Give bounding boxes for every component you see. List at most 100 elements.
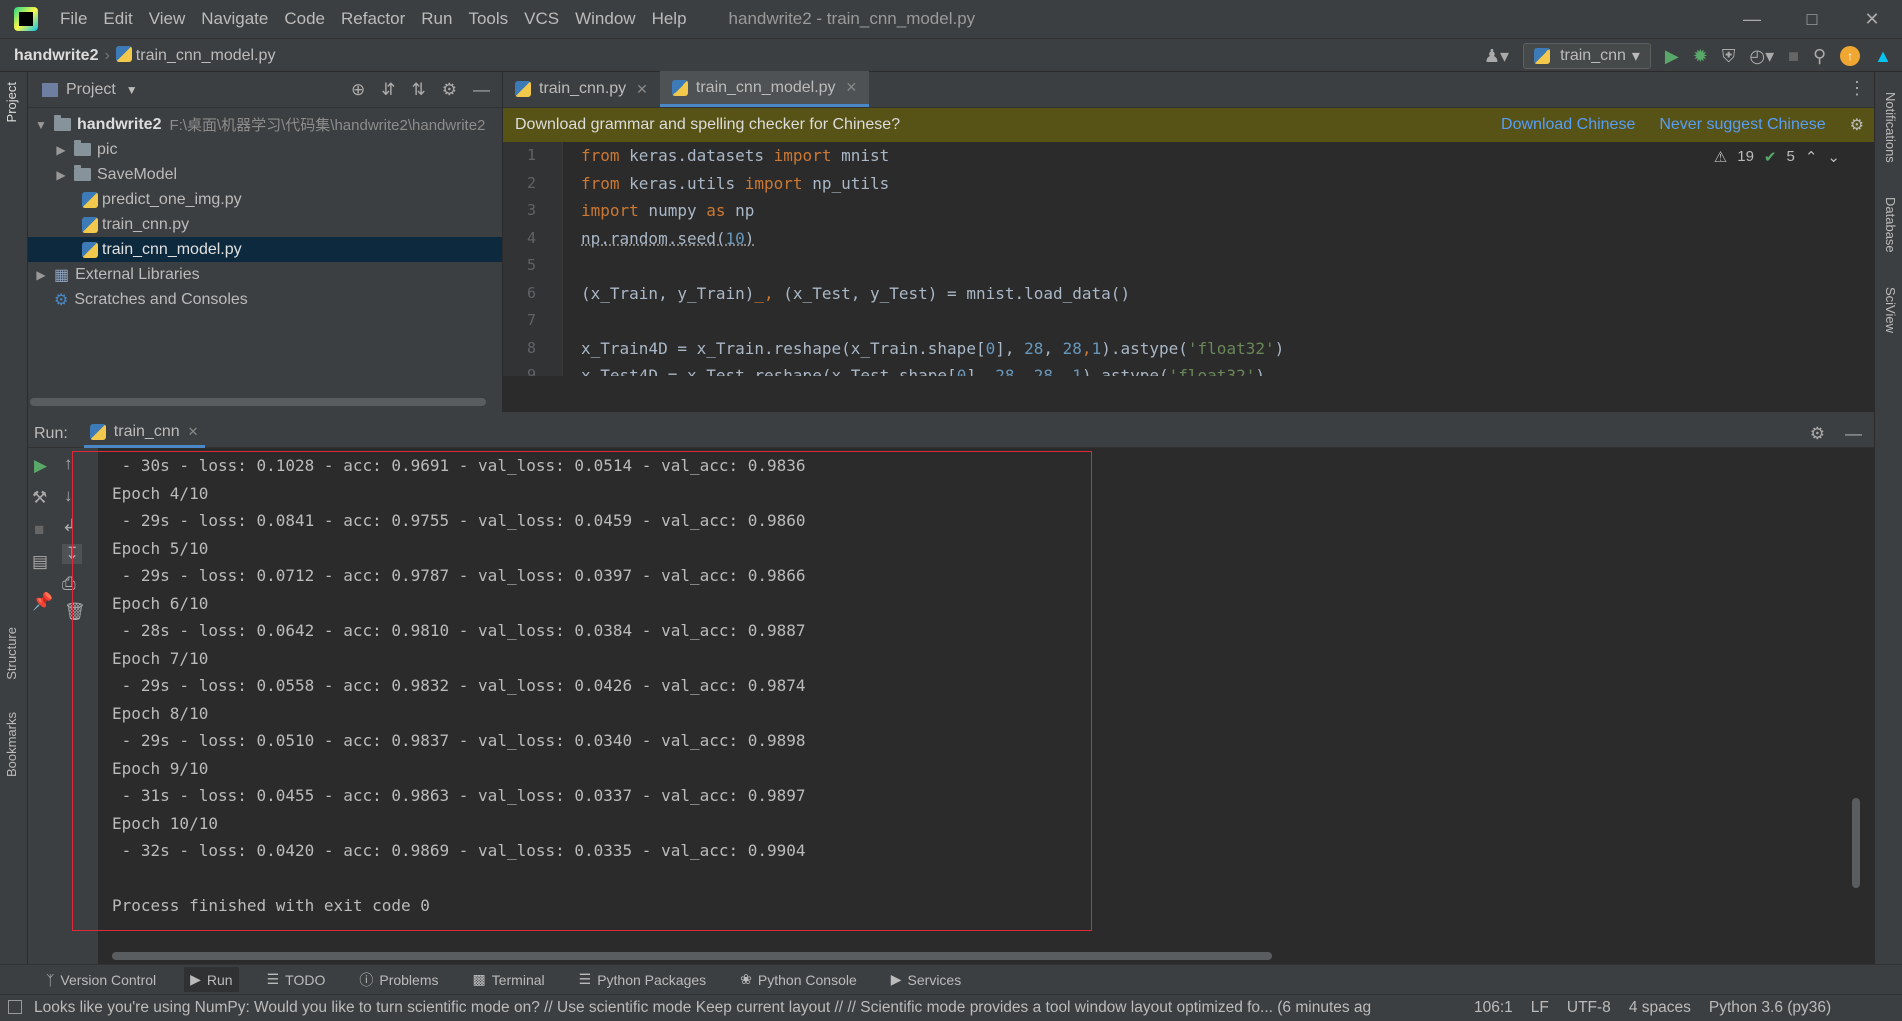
breadcrumb: handwrite2 › train_cnn_model.py: [14, 45, 276, 64]
interpreter[interactable]: Python 3.6 (py36): [1709, 999, 1831, 1017]
menu-window[interactable]: Window: [567, 0, 643, 38]
structure-tool-button[interactable]: Structure: [4, 627, 19, 680]
line-number: 2: [526, 173, 536, 192]
menu-navigate[interactable]: Navigate: [193, 0, 276, 38]
chevron-right-icon[interactable]: ▶: [54, 143, 68, 157]
tool-python-packages[interactable]: ☰ Python Packages: [573, 967, 713, 992]
caret-position[interactable]: 106:1: [1474, 999, 1513, 1017]
chevron-down-icon[interactable]: ▼: [126, 83, 138, 97]
chevron-down-icon[interactable]: ⌄: [1827, 148, 1840, 166]
console-output[interactable]: - 30s - loss: 0.1028 - acc: 0.9691 - val…: [72, 448, 1874, 964]
more-icon[interactable]: ⋮: [1848, 78, 1866, 99]
sciview-tool-button[interactable]: SciView: [1883, 287, 1898, 333]
notifications-tool-button[interactable]: Notifications: [1883, 92, 1898, 163]
chevron-right-icon[interactable]: ▶: [54, 168, 68, 182]
gear-icon[interactable]: ⚙: [1850, 115, 1864, 135]
horizontal-scrollbar[interactable]: [30, 398, 486, 406]
rerun-icon[interactable]: ▶: [34, 456, 47, 476]
expand-all-icon[interactable]: ⇵: [381, 80, 395, 100]
stop-icon[interactable]: ■: [34, 520, 44, 540]
update-icon[interactable]: ↑: [1840, 46, 1861, 66]
download-chinese-link[interactable]: Download Chinese: [1501, 116, 1635, 134]
run-tab-label: train_cnn: [113, 423, 180, 440]
breadcrumb-project[interactable]: handwrite2: [14, 47, 98, 64]
pin-icon[interactable]: 📌: [32, 592, 53, 612]
breadcrumb-file[interactable]: train_cnn_model.py: [136, 47, 276, 64]
menu-code[interactable]: Code: [276, 0, 333, 38]
hide-icon[interactable]: —: [1845, 424, 1862, 444]
locate-icon[interactable]: ⊕: [351, 80, 365, 100]
file-encoding[interactable]: UTF-8: [1567, 999, 1611, 1017]
tool-version-control[interactable]: ᛉ Version Control: [40, 968, 162, 992]
jetbrains-toolbox-icon[interactable]: ▲: [1874, 46, 1892, 67]
tool-label: TODO: [285, 971, 326, 988]
coverage-icon[interactable]: ⛨: [1722, 46, 1736, 67]
menu-file[interactable]: File: [52, 0, 95, 38]
maximize-button[interactable]: □: [1782, 0, 1842, 38]
code-area[interactable]: 1 2 3 4 5 6 7 8 9 from keras.datasets im…: [503, 142, 1874, 376]
bookmarks-tool-button[interactable]: Bookmarks: [4, 712, 19, 777]
tree-item-pic[interactable]: ▶ pic: [28, 137, 502, 162]
hide-icon[interactable]: —: [473, 80, 490, 100]
indent-setting[interactable]: 4 spaces: [1629, 999, 1691, 1017]
tab-train-cnn-model[interactable]: train_cnn_model.py ✕: [659, 71, 870, 107]
tree-item-external-libraries[interactable]: ▶ ▦ External Libraries: [28, 262, 502, 287]
layout-icon[interactable]: ▤: [32, 552, 48, 572]
close-icon[interactable]: ✕: [846, 79, 858, 96]
panel-divider[interactable]: [28, 412, 1874, 420]
menu-tools[interactable]: Tools: [460, 0, 516, 38]
tool-problems[interactable]: ⓘ Problems: [353, 966, 444, 994]
tool-terminal[interactable]: ▩ Terminal: [467, 967, 551, 992]
tab-train-cnn[interactable]: train_cnn.py ✕: [503, 71, 660, 107]
chevron-up-icon[interactable]: ⌃: [1805, 148, 1818, 166]
wrench-icon[interactable]: ⚒: [32, 488, 47, 508]
menu-run[interactable]: Run: [413, 0, 460, 38]
console-line: - 30s - loss: 0.1028 - acc: 0.9691 - val…: [112, 456, 806, 475]
menu-help[interactable]: Help: [644, 0, 695, 38]
never-suggest-link[interactable]: Never suggest Chinese: [1659, 116, 1825, 134]
gear-icon[interactable]: ⚙: [1810, 424, 1825, 444]
tool-services[interactable]: ▶ Services: [885, 967, 967, 992]
tool-python-console[interactable]: ❀ Python Console: [734, 967, 863, 992]
tree-root[interactable]: ▼ handwrite2 F:\桌面\机器学习\代码集\handwrite2\h…: [28, 112, 502, 137]
inspection-widget[interactable]: ⚠ 19 ✔ 5 ⌃ ⌄: [1714, 148, 1840, 166]
tree-item-label: pic: [97, 140, 118, 158]
project-tool-button[interactable]: Project: [4, 82, 19, 122]
database-tool-button[interactable]: Database: [1883, 197, 1898, 253]
stop-icon[interactable]: ■: [1788, 46, 1799, 67]
vertical-scrollbar[interactable]: [1852, 798, 1860, 888]
run-tab-train-cnn[interactable]: train_cnn ✕: [83, 420, 205, 448]
tool-run[interactable]: ▶ Run: [184, 967, 239, 992]
menu-vcs[interactable]: VCS: [516, 0, 567, 38]
search-icon[interactable]: ⚲: [1813, 46, 1826, 67]
chevron-right-icon[interactable]: ▶: [34, 268, 48, 282]
chevron-down-icon[interactable]: ▼: [34, 118, 48, 132]
horizontal-scrollbar[interactable]: [112, 952, 1272, 960]
close-icon[interactable]: ✕: [188, 424, 199, 440]
collapse-all-icon[interactable]: ⇅: [412, 80, 426, 100]
minimize-button[interactable]: —: [1722, 0, 1782, 38]
user-icon[interactable]: ♟▾: [1484, 46, 1509, 67]
run-icon[interactable]: ▶: [1665, 46, 1679, 67]
status-message[interactable]: Looks like you're using NumPy: Would you…: [0, 999, 1440, 1017]
tree-item-savemodel[interactable]: ▶ SaveModel: [28, 162, 502, 187]
tool-todo[interactable]: ☰ TODO: [261, 967, 332, 992]
line-separator[interactable]: LF: [1531, 999, 1549, 1017]
run-config-select[interactable]: train_cnn ▾: [1523, 43, 1651, 69]
menu-refactor[interactable]: Refactor: [333, 0, 413, 38]
close-window-button[interactable]: ✕: [1842, 0, 1902, 38]
tree-item-train-cnn[interactable]: train_cnn.py: [28, 212, 502, 237]
tool-label: Python Packages: [597, 971, 707, 988]
menu-edit[interactable]: Edit: [95, 0, 140, 38]
tree-item-predict-one-img[interactable]: predict_one_img.py: [28, 187, 502, 212]
debug-icon[interactable]: ✹: [1693, 46, 1708, 67]
project-panel-title[interactable]: Project: [66, 81, 116, 99]
status-toggle-icon[interactable]: [8, 1000, 22, 1014]
tree-item-train-cnn-model[interactable]: train_cnn_model.py: [28, 237, 502, 262]
tree-item-scratches[interactable]: ⚙ Scratches and Consoles: [28, 287, 502, 312]
menu-view[interactable]: View: [141, 0, 194, 38]
profile-icon[interactable]: ◴▾: [1749, 46, 1774, 67]
run-panel-header: Run: train_cnn ✕ ⚙ —: [28, 420, 1874, 448]
close-icon[interactable]: ✕: [636, 81, 648, 98]
gear-icon[interactable]: ⚙: [442, 80, 457, 100]
